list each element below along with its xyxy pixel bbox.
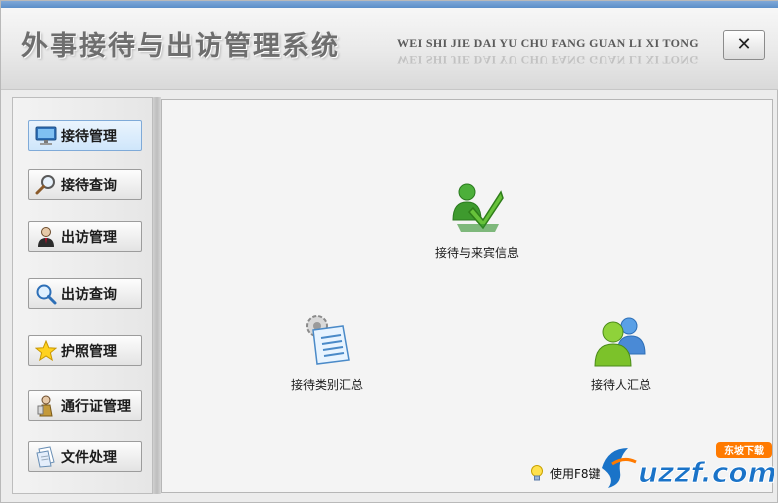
window-top-band	[1, 1, 778, 8]
sidebar-item-label: 护照管理	[61, 343, 117, 360]
tile-label: 接待人汇总	[590, 378, 651, 392]
hint-text: 使用F8键	[550, 466, 601, 481]
close-button[interactable]: ✕	[723, 30, 765, 60]
app-window: 外事接待与出访管理系统 WEI SHI JIE DAI YU CHU FANG …	[0, 0, 778, 503]
gear-document-icon	[299, 312, 355, 368]
sidebar-item-label: 出访查询	[61, 286, 117, 303]
keyboard-hint: 使用F8键	[528, 464, 601, 482]
close-icon: ✕	[736, 34, 752, 55]
monitor-icon	[34, 125, 58, 147]
magnifier-icon	[34, 174, 58, 196]
search-icon	[34, 283, 58, 305]
pass-icon	[34, 395, 58, 417]
app-subtitle: WEI SHI JIE DAI YU CHU FANG GUAN LI XI T…	[397, 36, 699, 50]
site-watermark: 东坡下载 uzzf.com	[598, 438, 777, 492]
tile-label: 接待与来宾信息	[434, 246, 519, 260]
sidebar-item-label: 通行证管理	[61, 398, 131, 415]
users-icon	[593, 314, 649, 370]
watermark-text: uzzf.com	[638, 456, 774, 489]
sidebar: 接待管理 接待查询 出访管理 出访查询 护照管理 通行证管理 文件处理	[12, 97, 153, 494]
tile-label: 接待类别汇总	[290, 378, 363, 392]
sidebar-item-pass-management[interactable]: 通行证管理	[28, 390, 142, 421]
document-icon	[34, 445, 58, 468]
sidebar-item-label: 接待查询	[61, 177, 117, 194]
sidebar-item-document-processing[interactable]: 文件处理	[28, 441, 142, 472]
sidebar-item-visit-query[interactable]: 出访查询	[28, 278, 142, 309]
splitter[interactable]	[153, 97, 161, 494]
sidebar-item-label: 出访管理	[61, 229, 117, 246]
tile-receptionist-summary[interactable]: 接待人汇总	[574, 314, 668, 393]
sidebar-item-reception-query[interactable]: 接待查询	[28, 169, 142, 200]
tile-reception-guest-info[interactable]: 接待与来宾信息	[424, 178, 530, 261]
person-icon	[34, 226, 58, 248]
users-check-icon	[449, 178, 505, 234]
star-icon	[34, 339, 58, 362]
app-subtitle-reflection: WEI SHI JIE DAI YU CHU FANG GUAN LI XI T…	[397, 53, 699, 67]
header: 外事接待与出访管理系统 WEI SHI JIE DAI YU CHU FANG …	[1, 8, 778, 90]
app-title: 外事接待与出访管理系统	[21, 31, 340, 62]
sidebar-item-reception-management[interactable]: 接待管理	[28, 120, 142, 151]
lightbulb-icon	[528, 464, 546, 482]
main-panel: 接待与来宾信息 接待类别汇总 接待人汇总 使用F8键 东坡下载 uzzf.com	[161, 99, 777, 493]
sidebar-item-label: 文件处理	[61, 449, 117, 466]
sidebar-item-passport-management[interactable]: 护照管理	[28, 335, 142, 366]
sidebar-item-label: 接待管理	[61, 128, 117, 145]
sidebar-item-visit-management[interactable]: 出访管理	[28, 221, 142, 252]
tile-reception-category-summary[interactable]: 接待类别汇总	[280, 312, 374, 393]
